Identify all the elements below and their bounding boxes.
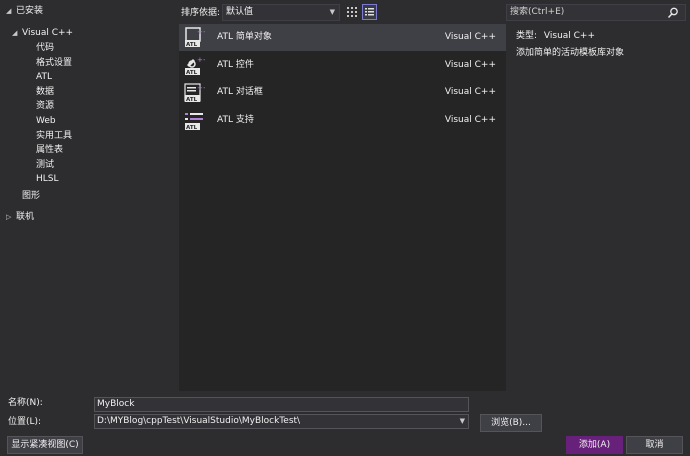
atl-support-icon: ATL bbox=[184, 110, 205, 131]
tree-item-label: 测试 bbox=[36, 159, 55, 170]
tree-item-graphics[interactable]: 图形 bbox=[22, 189, 40, 203]
chevron-down-icon: ▼ bbox=[329, 8, 335, 16]
svg-text:ATL: ATL bbox=[186, 42, 198, 48]
template-row[interactable]: ATL ATL 支持 Visual C++ bbox=[179, 107, 506, 134]
template-language: Visual C++ bbox=[444, 87, 496, 97]
detail-description: 添加简单的活动模板库对象 bbox=[516, 48, 625, 58]
sort-select-value: 默认值 bbox=[226, 7, 254, 17]
compact-view-button[interactable]: 显示紧凑视图(C) bbox=[7, 436, 83, 454]
grid-view-button[interactable] bbox=[344, 4, 359, 20]
template-language: Visual C++ bbox=[444, 115, 496, 125]
tree-item-label: Visual C++ bbox=[22, 28, 74, 38]
template-name: ATL 简单对象 bbox=[217, 32, 272, 42]
tree-item-child[interactable]: Web bbox=[36, 114, 56, 128]
chevron-down-icon[interactable]: ▼ bbox=[460, 415, 465, 428]
template-category-tree: ◢ 已安装 ◢ Visual C++ 代码 格式设置 ATL 数据 资源 Web 实用工具 属性表… bbox=[0, 0, 178, 390]
svg-text:ATL: ATL bbox=[186, 97, 198, 103]
tree-item-label: ATL bbox=[36, 72, 52, 83]
location-value: D:\MYBlog\cppTest\VisualStudio\MyBlockTe… bbox=[97, 416, 301, 426]
cancel-button[interactable]: 取消 bbox=[626, 436, 683, 454]
chevron-down-icon[interactable]: ◢ bbox=[6, 4, 16, 18]
detail-type-label: 类型: bbox=[516, 31, 538, 41]
browse-button[interactable]: 浏览(B)... bbox=[480, 414, 542, 432]
tree-item-label: 实用工具 bbox=[36, 130, 73, 141]
detail-type-value: Visual C++ bbox=[543, 31, 596, 41]
tree-item-label: HLSL bbox=[36, 174, 59, 185]
template-language: Visual C++ bbox=[444, 60, 496, 70]
svg-text:++: ++ bbox=[197, 28, 205, 36]
chevron-right-icon[interactable]: ▷ bbox=[6, 210, 16, 224]
tree-item-child[interactable]: 代码 bbox=[36, 41, 54, 55]
list-view-button[interactable] bbox=[362, 4, 377, 20]
tree-item-label: 已安装 bbox=[16, 6, 44, 16]
tree-item-label: 图形 bbox=[22, 191, 41, 201]
template-row[interactable]: ++ ATL ATL 对话框 Visual C++ bbox=[179, 79, 506, 106]
tree-item-label: 资源 bbox=[36, 101, 55, 112]
sort-label: 排序依据: bbox=[181, 8, 221, 18]
template-name: ATL 对话框 bbox=[217, 87, 263, 97]
tree-item-installed[interactable]: ◢ 已安装 bbox=[6, 4, 43, 18]
template-name: ATL 支持 bbox=[217, 115, 254, 125]
search-input[interactable]: 搜索(Ctrl+E) bbox=[506, 4, 686, 21]
template-row[interactable]: ++ ATL ATL 控件 Visual C++ bbox=[179, 52, 506, 79]
atl-dialog-icon: ++ ATL bbox=[184, 82, 209, 103]
tree-item-child[interactable]: 资源 bbox=[36, 99, 54, 113]
tree-item-child[interactable]: 数据 bbox=[36, 85, 54, 99]
grid-view-icon bbox=[347, 7, 357, 17]
tree-item-child[interactable]: 实用工具 bbox=[36, 129, 72, 143]
chevron-down-icon[interactable]: ◢ bbox=[12, 26, 22, 40]
name-label: 名称(N): bbox=[8, 398, 43, 408]
location-label: 位置(L): bbox=[8, 417, 42, 427]
template-language: Visual C++ bbox=[444, 32, 496, 42]
sort-select[interactable]: 默认值 ▼ bbox=[222, 4, 340, 21]
tree-item-label: 数据 bbox=[36, 86, 55, 97]
tree-item-online[interactable]: ▷ 联机 bbox=[6, 210, 34, 224]
add-button[interactable]: 添加(A) bbox=[566, 436, 623, 454]
tree-item-label: 属性表 bbox=[36, 145, 64, 156]
tree-item-visual-cpp[interactable]: ◢ Visual C++ bbox=[12, 26, 73, 40]
tree-item-label: Web bbox=[36, 116, 56, 126]
atl-simple-object-icon: ++ ATL bbox=[184, 27, 209, 48]
svg-text:++: ++ bbox=[197, 84, 205, 92]
template-name: ATL 控件 bbox=[217, 60, 254, 70]
tree-item-child[interactable]: 属性表 bbox=[36, 143, 63, 157]
search-placeholder: 搜索(Ctrl+E) bbox=[510, 7, 565, 17]
tree-item-label: 格式设置 bbox=[36, 57, 73, 68]
template-list: ++ ATL ATL 简单对象 Visual C++ ++ ATL ATL 控件… bbox=[179, 24, 506, 391]
template-row[interactable]: ++ ATL ATL 简单对象 Visual C++ bbox=[179, 24, 506, 51]
list-view-icon bbox=[365, 8, 374, 16]
location-field[interactable]: D:\MYBlog\cppTest\VisualStudio\MyBlockTe… bbox=[94, 414, 469, 429]
atl-control-icon: ++ ATL bbox=[184, 55, 209, 76]
tree-item-label: 代码 bbox=[36, 43, 55, 53]
svg-text:++: ++ bbox=[197, 56, 205, 64]
svg-text:ATL: ATL bbox=[186, 125, 198, 131]
tree-item-child[interactable]: HLSL bbox=[36, 172, 59, 186]
detail-type: 类型: Visual C++ bbox=[516, 30, 595, 42]
tree-item-child[interactable]: 格式设置 bbox=[36, 56, 72, 70]
name-field[interactable]: MyBlock bbox=[94, 397, 469, 412]
svg-text:ATL: ATL bbox=[186, 70, 198, 76]
tree-item-child[interactable]: ATL bbox=[36, 70, 52, 84]
search-icon[interactable] bbox=[667, 7, 679, 19]
tree-item-child[interactable]: 测试 bbox=[36, 158, 54, 172]
tree-item-label: 联机 bbox=[16, 212, 35, 222]
